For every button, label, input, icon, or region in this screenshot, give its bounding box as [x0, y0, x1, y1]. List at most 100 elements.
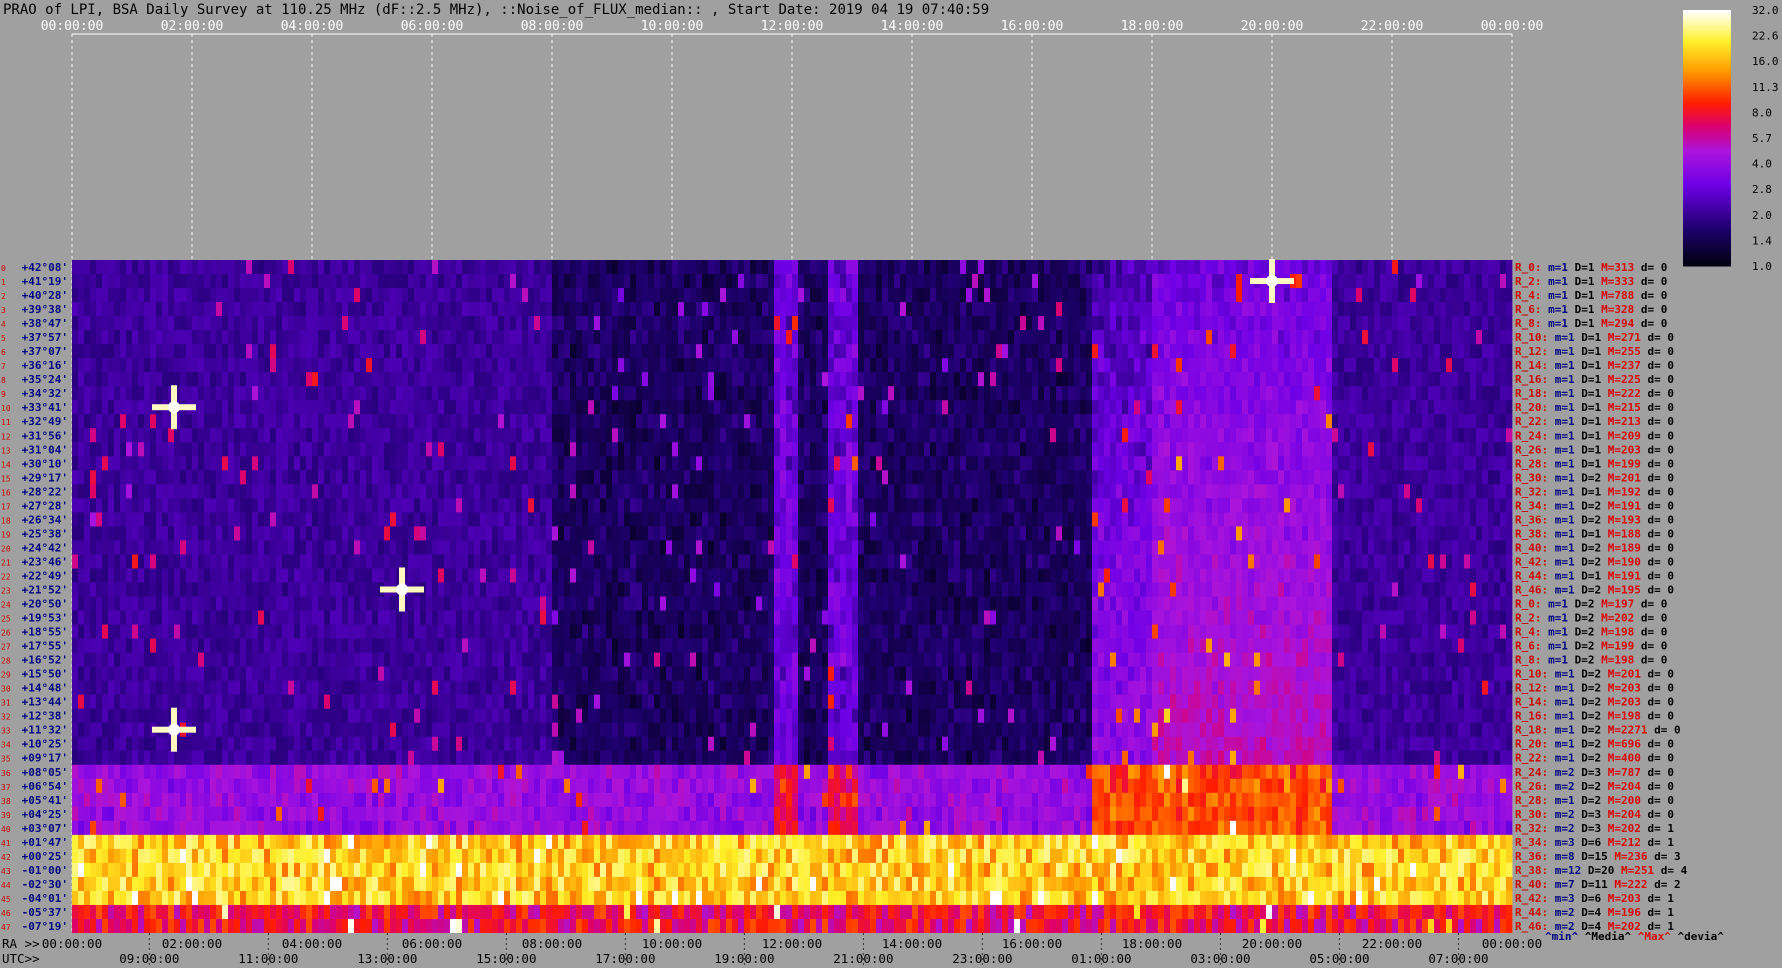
heatmap-cell: [240, 456, 247, 471]
heatmap-cell: [1482, 274, 1489, 289]
heatmap-cell: [1044, 302, 1051, 317]
heatmap-cell: [1482, 512, 1489, 527]
heatmap-cell: [198, 442, 205, 457]
heatmap-cell: [1416, 400, 1423, 415]
heatmap-cell: [1122, 344, 1129, 359]
heatmap-cell: [366, 358, 373, 373]
heatmap-cell: [1026, 526, 1033, 541]
heatmap-cell: [1218, 274, 1225, 289]
heatmap-cell: [954, 442, 961, 457]
heatmap-cell: [1332, 400, 1339, 415]
heatmap-cell: [618, 288, 625, 303]
heatmap-cell: [1050, 330, 1057, 345]
heatmap-cell: [1044, 456, 1051, 471]
heatmap-cell: [126, 288, 133, 303]
heatmap-cell: [318, 344, 325, 359]
heatmap-cell: [1236, 316, 1243, 331]
heatmap-cell: [396, 372, 403, 387]
heatmap-cell: [246, 512, 253, 527]
heatmap-cell: [252, 470, 259, 485]
heatmap-cell: [1026, 428, 1033, 443]
heatmap-cell: [522, 260, 529, 275]
heatmap-cell: [1458, 484, 1465, 499]
heatmap-cell: [552, 512, 559, 527]
heatmap-cell: [528, 442, 535, 457]
heatmap-cell: [390, 484, 397, 499]
heatmap-cell: [498, 288, 505, 303]
heatmap-cell: [798, 344, 805, 359]
heatmap-cell: [222, 344, 229, 359]
heatmap-cell: [480, 344, 487, 359]
heatmap-cell: [456, 330, 463, 345]
heatmap-cell: [1326, 400, 1333, 415]
heatmap-cell: [1242, 344, 1249, 359]
heatmap-cell: [1290, 372, 1297, 387]
heatmap-cell: [1458, 260, 1465, 275]
heatmap-cell: [936, 498, 943, 513]
heatmap-cell: [1482, 316, 1489, 331]
heatmap-cell: [1062, 414, 1069, 429]
heatmap-cell: [690, 372, 697, 387]
heatmap-cell: [732, 386, 739, 401]
heatmap-cell: [1326, 288, 1333, 303]
heatmap-cell: [696, 344, 703, 359]
heatmap-cell: [744, 428, 751, 443]
heatmap-cell: [1260, 288, 1267, 303]
heatmap-cell: [1200, 512, 1207, 527]
heatmap-cell: [654, 540, 661, 555]
heatmap-cell: [1218, 526, 1225, 541]
heatmap-cell: [978, 330, 985, 345]
heatmap-cell: [1170, 316, 1177, 331]
heatmap-cell: [1470, 470, 1477, 485]
heatmap-cell: [438, 428, 445, 443]
heatmap-cell: [1260, 442, 1267, 457]
heatmap-cell: [1020, 414, 1027, 429]
heatmap-cell: [588, 428, 595, 443]
heatmap-cell: [762, 330, 769, 345]
heatmap-cell: [1464, 344, 1471, 359]
heatmap-cell: [798, 442, 805, 457]
heatmap-cell: [690, 526, 697, 541]
heatmap-cell: [600, 358, 607, 373]
heatmap-cell: [1086, 372, 1093, 387]
heatmap-cell: [228, 260, 235, 275]
heatmap-cell: [1146, 414, 1153, 429]
heatmap-cell: [174, 288, 181, 303]
heatmap-cell: [1458, 428, 1465, 443]
heatmap-cell: [546, 456, 553, 471]
heatmap-cell: [1338, 498, 1345, 513]
heatmap-cell: [402, 316, 409, 331]
heatmap-cell: [276, 526, 283, 541]
heatmap-cell: [600, 414, 607, 429]
heatmap-cell: [312, 372, 319, 387]
heatmap-cell: [966, 372, 973, 387]
heatmap-cell: [426, 260, 433, 275]
heatmap-cell: [462, 302, 469, 317]
heatmap-cell: [306, 386, 313, 401]
heatmap-cell: [744, 372, 751, 387]
heatmap-cell: [1482, 344, 1489, 359]
heatmap-cell: [654, 428, 661, 443]
heatmap-cell: [1080, 526, 1087, 541]
heatmap-cell: [72, 540, 79, 555]
heatmap-cell: [1086, 498, 1093, 513]
heatmap-cell: [1056, 512, 1063, 527]
heatmap-cell: [276, 442, 283, 457]
heatmap-cell: [1110, 400, 1117, 415]
heatmap-cell: [456, 498, 463, 513]
heatmap-cell: [1206, 414, 1213, 429]
heatmap-cell: [1356, 498, 1363, 513]
heatmap-cell: [1212, 484, 1219, 499]
heatmap-cell: [1428, 442, 1435, 457]
heatmap-cell: [648, 274, 655, 289]
heatmap-cell: [600, 456, 607, 471]
heatmap-cell: [1332, 498, 1339, 513]
heatmap-cell: [996, 274, 1003, 289]
heatmap-cell: [720, 512, 727, 527]
heatmap-cell: [1236, 330, 1243, 345]
heatmap-cell: [1332, 414, 1339, 429]
heatmap-cell: [822, 288, 829, 303]
heatmap-cell: [630, 386, 637, 401]
heatmap-cell: [1146, 442, 1153, 457]
heatmap-cell: [918, 512, 925, 527]
